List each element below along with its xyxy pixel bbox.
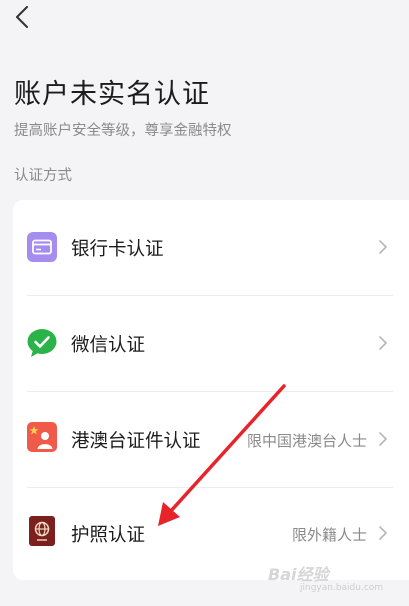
bank-card-icon <box>27 232 57 262</box>
method-note: 限外籍人士 <box>291 526 367 544</box>
watermark-url: jingyan.baidu.com <box>300 583 384 593</box>
method-note: 限中国港澳台人士 <box>246 432 367 450</box>
method-row-passport[interactable]: 护照认证 限外籍人士 <box>13 488 409 583</box>
page-title: 账户未实名认证 <box>14 79 210 110</box>
passport-icon <box>29 516 55 546</box>
chevron-right-icon <box>379 240 387 254</box>
chevron-right-icon <box>379 432 387 446</box>
method-label: 港澳台证件认证 <box>71 431 201 452</box>
watermark-logo: Bai经验 <box>268 565 329 584</box>
section-label: 认证方式 <box>14 168 72 184</box>
method-label: 微信认证 <box>71 335 146 356</box>
chevron-right-icon <box>379 336 387 350</box>
verification-methods-card: 银行卡认证 微信认证 港澳台证件认证 限中国港澳台人士 护照认证 限外籍人士 <box>13 200 409 580</box>
chevron-right-icon <box>379 526 387 540</box>
page-subtitle: 提高账户安全等级，尊享金融特权 <box>14 123 232 139</box>
wechat-icon <box>27 329 57 357</box>
back-button[interactable] <box>6 2 38 32</box>
chevron-left-icon <box>16 6 28 28</box>
method-label: 护照认证 <box>71 525 146 546</box>
method-row-bank-card[interactable]: 银行卡认证 <box>13 200 409 295</box>
method-row-hk-macau-taiwan-id[interactable]: 港澳台证件认证 限中国港澳台人士 <box>13 392 409 487</box>
id-card-icon <box>27 422 57 452</box>
method-row-wechat[interactable]: 微信认证 <box>13 296 409 391</box>
method-label: 银行卡认证 <box>71 239 164 260</box>
